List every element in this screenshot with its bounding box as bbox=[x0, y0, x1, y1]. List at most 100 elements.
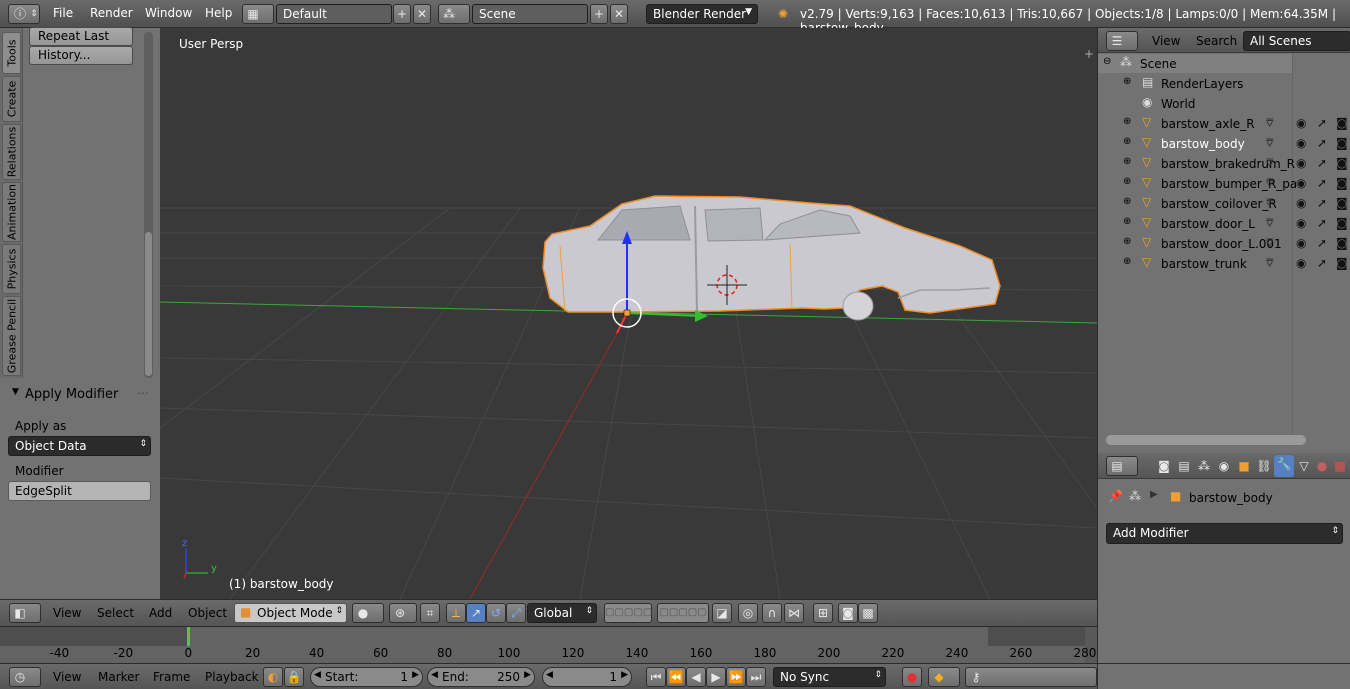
only-render-button[interactable]: ⊞ bbox=[813, 603, 833, 623]
mesh-data-icon[interactable]: ⩢ bbox=[1266, 176, 1273, 191]
current-frame-field[interactable]: ◀ 1 ▶ bbox=[542, 667, 632, 687]
tab-relations[interactable]: Relations bbox=[2, 124, 21, 180]
outliner-row-object[interactable]: ⊕ ▽ barstow_door_L.001 ⩢ ◉ ➚ ◙ bbox=[1098, 234, 1350, 254]
mesh-data-icon[interactable]: ⩢ bbox=[1266, 216, 1273, 231]
pivot-select[interactable]: ⊛ bbox=[389, 603, 417, 623]
eye-icon[interactable]: ◉ bbox=[1296, 236, 1306, 250]
camera-icon[interactable]: ◙ bbox=[1336, 156, 1348, 170]
camera-icon[interactable]: ◙ bbox=[1336, 236, 1348, 250]
menu-file[interactable]: File bbox=[53, 6, 73, 20]
scene-name-field[interactable]: Scene bbox=[472, 4, 588, 24]
mesh-data-tab-icon[interactable]: ▽ bbox=[1296, 457, 1312, 475]
pin-icon[interactable]: 📌 bbox=[1108, 489, 1123, 503]
add-layout-button[interactable]: + bbox=[393, 4, 411, 24]
editor-type-properties-button[interactable]: ▤ bbox=[1106, 456, 1138, 476]
mesh-data-icon[interactable]: ⩢ bbox=[1266, 116, 1273, 131]
render-engine-select[interactable]: Blender Render ▼ bbox=[646, 4, 758, 24]
manipulator-center-button[interactable]: ⌗ bbox=[420, 603, 440, 623]
start-frame-field[interactable]: ◀ Start: 1 ▶ bbox=[310, 667, 423, 687]
eye-icon[interactable]: ◉ bbox=[1296, 196, 1306, 210]
tab-animation[interactable]: Animation bbox=[2, 182, 21, 242]
display-mode-select[interactable]: All Scenes bbox=[1243, 31, 1350, 51]
timeline-menu-frame[interactable]: Frame bbox=[153, 670, 190, 684]
repeat-last-button[interactable]: Repeat Last bbox=[29, 27, 133, 46]
timeline-menu-playback[interactable]: Playback bbox=[205, 670, 259, 684]
play-reverse-button[interactable]: ◀ bbox=[686, 667, 706, 687]
translate-manipulator-button[interactable]: ↗ bbox=[466, 603, 486, 623]
modifier-field[interactable]: EdgeSplit bbox=[8, 481, 151, 501]
history-button[interactable]: History... bbox=[29, 46, 133, 65]
editor-type-3d-button[interactable]: ◧ bbox=[9, 603, 41, 623]
editor-type-info-button[interactable]: ⓘ ⇕ bbox=[8, 4, 40, 24]
orientation-select[interactable]: Global ⇕ bbox=[527, 603, 597, 623]
delete-scene-button[interactable]: ✕ bbox=[610, 4, 628, 24]
current-frame-indicator[interactable] bbox=[187, 627, 190, 646]
menu-view[interactable]: View bbox=[53, 606, 81, 620]
car-model-barstow-body[interactable] bbox=[542, 195, 1001, 321]
drag-handle-icon[interactable]: ⋯ bbox=[137, 386, 149, 400]
jump-start-button[interactable]: ⏮ bbox=[646, 667, 666, 687]
timeline-area[interactable] bbox=[0, 626, 1097, 664]
menu-select[interactable]: Select bbox=[97, 606, 134, 620]
material-tab-icon[interactable]: ● bbox=[1314, 457, 1330, 475]
outliner-row-object[interactable]: ⊕ ▽ barstow_door_L ⩢ ◉ ➚ ◙ bbox=[1098, 214, 1350, 234]
mesh-data-icon[interactable]: ⩢ bbox=[1266, 156, 1273, 171]
eye-icon[interactable]: ◉ bbox=[1296, 116, 1306, 130]
cursor-select-icon[interactable]: ➚ bbox=[1317, 176, 1327, 190]
cursor-select-icon[interactable]: ➚ bbox=[1317, 156, 1327, 170]
end-frame-field[interactable]: ◀ End: 250 ▶ bbox=[427, 667, 535, 687]
mesh-data-icon[interactable]: ⩢ bbox=[1266, 236, 1273, 251]
cursor-select-icon[interactable]: ➚ bbox=[1317, 256, 1327, 270]
manipulator-toggle[interactable]: ⟂ bbox=[446, 603, 466, 623]
add-scene-button[interactable]: + bbox=[590, 4, 608, 24]
mode-select[interactable]: ■ Object Mode ⇕ bbox=[234, 603, 347, 623]
outliner-menu-view[interactable]: View bbox=[1152, 34, 1180, 48]
collapse-icon[interactable]: ⊖ bbox=[1103, 56, 1111, 67]
camera-icon[interactable]: ◙ bbox=[1336, 256, 1348, 270]
texture-tab-icon[interactable]: ▩ bbox=[1332, 457, 1348, 475]
outliner-row-object[interactable]: ⊕ ▽ barstow_trunk ⩢ ◉ ➚ ◙ bbox=[1098, 254, 1350, 274]
toggle-region-icon[interactable]: + bbox=[1084, 47, 1094, 61]
snap-element-select[interactable]: ⋈ bbox=[784, 603, 804, 623]
scene-tab-icon[interactable]: ⁂ bbox=[1196, 457, 1212, 475]
editor-type-outliner-button[interactable]: ☰ bbox=[1106, 31, 1138, 51]
scrollbar-thumb[interactable] bbox=[145, 232, 152, 376]
object-tab-icon[interactable]: ■ bbox=[1236, 457, 1252, 475]
apply-as-select[interactable]: Object Data ⇕ bbox=[8, 436, 151, 456]
cursor-select-icon[interactable]: ➚ bbox=[1317, 216, 1327, 230]
editor-type-timeline-button[interactable]: ◷ bbox=[9, 667, 41, 687]
expand-icon[interactable]: ⊕ bbox=[1123, 76, 1131, 87]
delete-layout-button[interactable]: ✕ bbox=[413, 4, 431, 24]
outliner-row-object[interactable]: ⊕ ▽ barstow_body ⩢ ◉ ➚ ◙ bbox=[1098, 134, 1350, 154]
layers-block-1[interactable]: ▢▢▢▢▢ bbox=[604, 603, 652, 623]
expand-icon[interactable]: ⊕ bbox=[1123, 136, 1131, 147]
lock-layers-button[interactable]: ◪ bbox=[712, 603, 732, 623]
timeline-menu-view[interactable]: View bbox=[53, 670, 81, 684]
eye-icon[interactable]: ◉ bbox=[1296, 216, 1306, 230]
outliner-menu-search[interactable]: Search bbox=[1196, 34, 1237, 48]
cursor-select-icon[interactable]: ➚ bbox=[1317, 236, 1327, 250]
tab-grease-pencil[interactable]: Grease Pencil bbox=[2, 296, 21, 376]
proportional-edit-button[interactable]: ◎ bbox=[738, 603, 758, 623]
play-button[interactable]: ▶ bbox=[706, 667, 726, 687]
prev-keyframe-button[interactable]: ⏪ bbox=[666, 667, 686, 687]
cursor-select-icon[interactable]: ➚ bbox=[1317, 116, 1327, 130]
jump-end-button[interactable]: ⏭ bbox=[746, 667, 766, 687]
outliner-row-object[interactable]: ⊕ ▽ barstow_axle_R ⩢ ◉ ➚ ◙ bbox=[1098, 114, 1350, 134]
outliner-row-object[interactable]: ⊕ ▽ barstow_bumper_R_painte⩢ ◉ ➚ ◙ bbox=[1098, 174, 1350, 194]
expand-icon[interactable]: ⊕ bbox=[1123, 196, 1131, 207]
layers-block-2[interactable]: ▢▢▢▢▢ bbox=[657, 603, 709, 623]
expand-icon[interactable]: ⊕ bbox=[1123, 236, 1131, 247]
operator-panel-header[interactable]: ▼ Apply Modifier ⋯ bbox=[0, 384, 160, 406]
tab-create[interactable]: Create bbox=[2, 76, 21, 122]
outliner-row-world[interactable]: ◉ World bbox=[1098, 94, 1350, 114]
menu-render[interactable]: Render bbox=[90, 6, 133, 20]
add-modifier-select[interactable]: Add Modifier ⇕ bbox=[1106, 523, 1343, 544]
eye-icon[interactable]: ◉ bbox=[1296, 156, 1306, 170]
tool-shelf-scrollbar[interactable] bbox=[144, 32, 153, 378]
mesh-data-icon[interactable]: ⩢ bbox=[1266, 136, 1273, 151]
camera-icon[interactable]: ◙ bbox=[1336, 176, 1348, 190]
mesh-data-icon[interactable]: ⩢ bbox=[1266, 256, 1273, 271]
camera-icon[interactable]: ◙ bbox=[1336, 196, 1348, 210]
outliner-hscrollbar[interactable] bbox=[1106, 435, 1306, 445]
